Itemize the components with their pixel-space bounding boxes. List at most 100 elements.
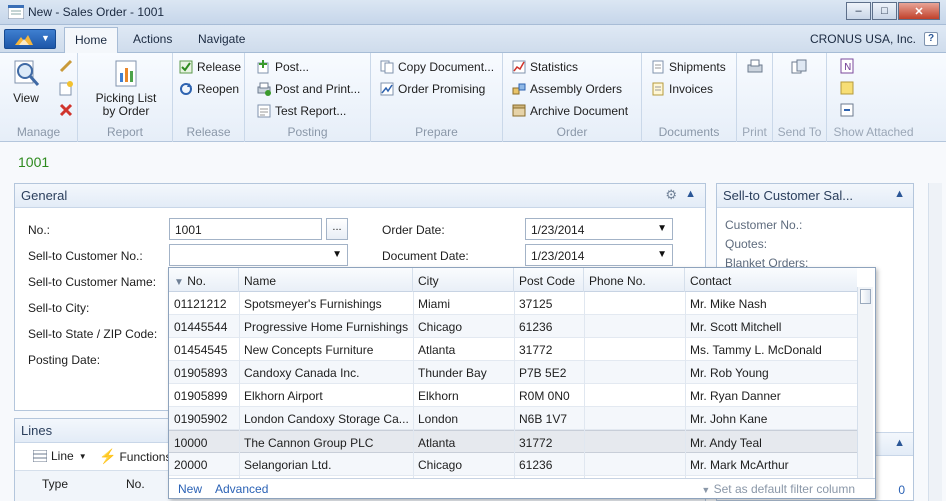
scrollbar-thumb[interactable] (860, 289, 871, 304)
dropdown-arrow-icon[interactable]: ▼ (657, 249, 667, 260)
release-button[interactable]: Release (179, 60, 241, 74)
no-assist-button[interactable]: ... (326, 218, 348, 240)
release-label: Release (197, 60, 242, 74)
maximize-button[interactable]: □ (872, 2, 897, 20)
set-default-filter-column[interactable]: ▼ Set as default filter column (701, 482, 855, 496)
order-promising-label: Order Promising (398, 82, 486, 96)
title-bar: New - Sales Order - 1001 – □ ✕ (0, 0, 946, 25)
advanced-link[interactable]: Advanced (215, 482, 268, 496)
col-contact[interactable]: Contact (685, 268, 857, 292)
line-menu-label: Line (51, 449, 74, 463)
col-post-code[interactable]: Post Code (514, 268, 584, 292)
collapse-chevron-icon[interactable]: ▲ (685, 188, 696, 200)
post-label: Post... (275, 60, 310, 74)
group-caption-report: Report (106, 125, 144, 139)
lookup-row[interactable]: 01905893 Candoxy Canada Inc. Thunder Bay P7… (169, 361, 857, 384)
help-icon[interactable]: ? (924, 32, 938, 46)
collapse-chevron-icon[interactable]: ▲ (894, 437, 905, 449)
col-no[interactable]: ▼ No. (169, 268, 239, 292)
general-header[interactable]: General ⚙ ▲ (15, 184, 705, 208)
lookup-row[interactable]: 01454545 New Concepts Furniture Atlanta 317… (169, 338, 857, 361)
archive-document-button[interactable]: Archive Document (512, 104, 628, 118)
reopen-button[interactable]: Reopen (179, 82, 239, 96)
svg-text:N: N (844, 62, 851, 73)
sell-to-city-label: Sell-to City: (28, 301, 90, 315)
test-report-button[interactable]: Test Report... (257, 104, 346, 118)
copy-document-button[interactable]: Copy Document... (380, 60, 494, 74)
sell-to-state-zip-label: Sell-to State / ZIP Code: (28, 327, 158, 341)
ribbon-group-print: Print (737, 53, 773, 142)
lookup-row[interactable]: 20000 Selangorian Ltd. Chicago 61236 Mr. Mar… (169, 453, 857, 476)
delete-icon[interactable] (58, 102, 74, 118)
collapse-chevron-icon[interactable]: ▲ (894, 188, 905, 200)
cell-no: 01905902 (174, 412, 228, 426)
lookup-row[interactable]: 01905902 London Candoxy Storage Ca... Lond… (169, 407, 857, 430)
sell-to-customer-no-field[interactable]: ▼ (169, 244, 348, 266)
picking-list-button[interactable]: Picking List by Order (90, 59, 162, 118)
assembly-orders-button[interactable]: Assembly Orders (512, 82, 622, 96)
release-icon (179, 60, 193, 74)
notes-icon[interactable] (839, 80, 855, 96)
document-date-field[interactable]: 1/23/2014 ▼ (525, 244, 673, 266)
cell-city: Chicago (418, 458, 463, 472)
post-and-print-button[interactable]: Post and Print... (257, 82, 360, 96)
lookup-footer: New Advanced ▼ Set as default filter col… (169, 478, 875, 498)
lines-col-type[interactable]: Type (42, 477, 68, 491)
document-date-label: Document Date: (382, 249, 469, 263)
links-icon[interactable] (839, 102, 855, 118)
order-date-field[interactable]: 1/23/2014 ▼ (525, 218, 673, 240)
tab-navigate[interactable]: Navigate (198, 32, 245, 46)
ribbon-group-send-to: Send To (773, 53, 827, 142)
lookup-row[interactable]: 01445544 Progressive Home Furnishings Chic… (169, 315, 857, 338)
line-menu-button[interactable]: Line ▼ (33, 449, 87, 463)
lookup-scrollbar[interactable] (857, 287, 873, 480)
ribbon-group-release: Release Reopen Release (173, 53, 245, 142)
functions-menu-button[interactable]: ⚡ Functions (99, 448, 171, 465)
dropdown-arrow-icon[interactable]: ▼ (332, 249, 342, 260)
factbox-header[interactable]: Sell-to Customer Sal... ▲ (717, 184, 913, 208)
col-city[interactable]: City (413, 268, 514, 292)
col-name[interactable]: Name (239, 268, 413, 292)
printer-icon[interactable] (747, 59, 763, 75)
cell-name: The Cannon Group PLC (244, 436, 374, 450)
post-and-print-label: Post and Print... (275, 82, 361, 96)
chevron-down-icon: ▼ (78, 451, 87, 461)
cell-no: 20000 (174, 458, 208, 472)
new-document-icon[interactable] (58, 80, 74, 96)
minimize-button[interactable]: – (846, 2, 871, 20)
onenote-icon[interactable]: N (839, 58, 855, 74)
cell-city: Atlanta (418, 343, 456, 357)
send-to-icon[interactable] (791, 59, 807, 75)
dropdown-arrow-icon[interactable]: ▼ (657, 223, 667, 234)
application-menu-button[interactable]: ▼ (4, 29, 56, 49)
tab-actions[interactable]: Actions (133, 32, 172, 46)
post-button[interactable]: Post... (257, 60, 309, 74)
cell-no: 01454545 (174, 343, 228, 357)
close-button[interactable]: ✕ (898, 2, 940, 20)
ribbon-group-posting: Post... Post and Print... Test Report...… (245, 53, 371, 142)
no-field[interactable]: 1001 (169, 218, 322, 240)
factbox-title: Sell-to Customer Sal... (723, 188, 854, 203)
cell-name: Spotsmeyer's Furnishings (244, 297, 382, 311)
lines-col-no[interactable]: No. (126, 477, 145, 491)
order-promising-button[interactable]: Order Promising (380, 82, 485, 96)
page-scrollbar[interactable] (928, 183, 942, 501)
factbox-count-value[interactable]: 0 (898, 483, 905, 497)
lookup-row[interactable]: 01121212 Spotsmeyer's Furnishings Miami 371… (169, 292, 857, 315)
lookup-row[interactable]: 01905899 Elkhorn Airport Elkhorn R0M 0N0 Mr.… (169, 384, 857, 407)
lightning-icon: ⚡ (99, 448, 117, 464)
grid-line (584, 292, 585, 480)
statistics-button[interactable]: Statistics (512, 60, 578, 74)
new-link[interactable]: New (178, 482, 202, 496)
edit-pencil-icon[interactable] (58, 59, 74, 73)
statistics-label: Statistics (530, 60, 579, 74)
invoices-button[interactable]: Invoices (651, 82, 713, 96)
col-phone-no[interactable]: Phone No. (584, 268, 685, 292)
gear-icon[interactable]: ⚙ (665, 187, 677, 203)
shipments-button[interactable]: Shipments (651, 60, 726, 74)
report-chart-icon (115, 60, 137, 87)
view-button[interactable]: View (10, 59, 42, 105)
lookup-row[interactable]: 10000 The Cannon Group PLC Atlanta 31772 Mr.… (169, 430, 857, 453)
tab-home[interactable]: Home (64, 27, 119, 54)
cell-name: New Concepts Furniture (244, 343, 374, 357)
